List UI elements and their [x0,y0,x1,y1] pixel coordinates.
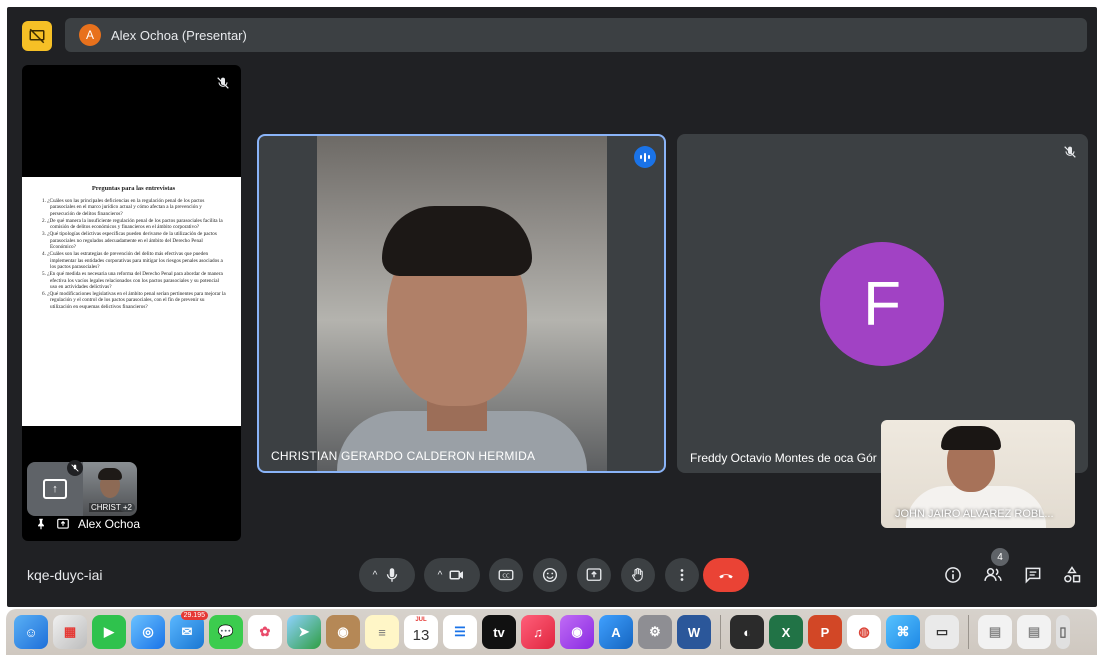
camera-icon [449,570,464,580]
reminders-icon[interactable]: ☰ [443,615,477,649]
emoji-icon [542,567,558,583]
calendar-day: 13 [412,626,430,644]
excel-icon[interactable]: X [769,615,803,649]
photo-booth-icon[interactable]: ◐ [730,615,764,649]
hang-up-icon [719,574,733,579]
document-thumbnail-icon[interactable]: ▤ [1017,615,1051,649]
mic-button[interactable]: ^ [359,558,415,592]
maps-icon[interactable]: ➤ [287,615,321,649]
hand-icon [632,567,643,582]
messages-icon[interactable]: 💬 [209,615,243,649]
info-icon[interactable] [943,565,963,585]
speaker-tile[interactable]: CHRISTIAN GERARDO CALDERON HERMIDA [257,134,666,473]
contacts-icon[interactable]: ◉ [326,615,360,649]
people-icon[interactable] [983,565,1003,585]
presentation-tile[interactable]: Preguntas para las entrevistas 1. ¿Cuále… [22,65,241,541]
mic-off-icon [67,460,83,476]
mini-share-tile[interactable]: ↑ [27,460,83,516]
calendar-icon[interactable]: JUL 13 [404,615,438,649]
chat-icon[interactable] [1023,565,1043,585]
present-icon [57,518,69,529]
apple-tv-icon[interactable]: tv [482,615,516,649]
presentation-footer: Alex Ochoa [34,517,140,531]
dock-separator [720,615,721,649]
meeting-code: kqe-duyc-iai [27,567,103,583]
tv-label: tv [493,624,505,640]
finder-icon[interactable]: ☺ [14,615,48,649]
slide-question: 3. ¿Qué tipologías delictivas específica… [42,231,217,251]
app-store-icon[interactable]: A [599,615,633,649]
speaker-video [317,136,607,471]
pin-icon[interactable] [34,517,48,531]
mic-off-icon [1064,146,1076,158]
participant-name: Freddy Octavio Montes de oca Gór [690,451,877,465]
slide-question: 2. ¿De qué manera la insuficiente regula… [42,217,223,231]
activities-icon[interactable] [1062,565,1082,585]
chrome-icon[interactable]: ◍ [847,615,881,649]
present-icon: ↑ [43,479,67,499]
podcasts-icon[interactable]: ◉ [560,615,594,649]
people-count-badge: 4 [991,548,1009,566]
self-view-tile[interactable]: JOHN JAIRO ALVAREZ ROBL... [881,420,1075,528]
document-thumbnail-icon[interactable]: ▤ [978,615,1012,649]
powerpoint-icon[interactable]: P [808,615,842,649]
captions-icon: CC [498,569,514,581]
macos-dock: ☺ ▦ ▶ ◎ ✉ 29.195 💬 ✿ ➤ ◉ ≡ JUL 13 ☰ tv ♫ … [6,609,1097,655]
end-call-button[interactable] [703,558,749,592]
self-view-name: JOHN JAIRO ALVAREZ ROBL... [895,508,1054,520]
system-settings-icon[interactable]: ⚙ [638,615,672,649]
more-vert-icon [680,569,684,581]
presentation-off-icon [29,28,45,44]
more-options-button[interactable] [665,558,699,592]
presenter-bar: A Alex Ochoa (Presentar) [65,18,1087,52]
launchpad-icon[interactable]: ▦ [53,615,87,649]
present-button[interactable] [577,558,611,592]
shared-slide: Preguntas para las entrevistas 1. ¿Cuále… [22,177,241,426]
music-icon[interactable]: ♫ [521,615,555,649]
mini-tiles[interactable]: ↑ CHRISTIA +2 [27,460,137,516]
present-icon [586,568,602,581]
dock-separator [968,615,969,649]
preview-icon[interactable]: ▭ [925,615,959,649]
raise-hand-button[interactable] [621,558,655,592]
reactions-button[interactable] [533,558,567,592]
presenter-label: Alex Ochoa (Presentar) [111,27,247,43]
calendar-month: JUL [415,617,427,623]
stop-presenting-button[interactable] [22,21,52,51]
word-icon[interactable]: W [677,615,711,649]
safari-icon[interactable]: ◎ [131,615,165,649]
mini-participant-count: +2 [119,503,135,512]
mail-badge: 29.195 [180,611,208,620]
camera-button[interactable]: ^ [424,558,480,592]
mail-icon[interactable]: ✉ 29.195 [170,611,208,649]
meet-window: A Alex Ochoa (Presentar) Preguntas para … [7,7,1097,607]
chevron-up-icon[interactable]: ^ [373,570,378,581]
presentation-owner-name: Alex Ochoa [78,517,141,531]
slide-title: Preguntas para las entrevistas [91,185,176,192]
trash-icon[interactable]: ▯ [1056,615,1070,649]
mic-off-icon [217,77,229,89]
notes-icon[interactable]: ≡ [365,615,399,649]
presenter-avatar: A [79,24,101,46]
chevron-up-icon[interactable]: ^ [438,570,443,581]
network-icon[interactable]: ⌘ [886,615,920,649]
slide-question-list: 1. ¿Cuáles son las principales deficienc… [40,198,227,310]
photos-icon[interactable]: ✿ [248,615,282,649]
speaker-name: CHRISTIAN GERARDO CALDERON HERMIDA [271,449,536,463]
slide-question: 1. ¿Cuáles son las principales deficienc… [42,198,205,217]
svg-text:CC: CC [502,574,510,580]
speaking-indicator-icon [634,146,656,168]
captions-button[interactable]: CC [489,558,523,592]
mini-camera-tile[interactable]: CHRISTIA +2 [83,462,137,516]
slide-question: 6. ¿Qué modificaciones legislativas en e… [42,291,226,310]
facetime-icon[interactable]: ▶ [92,615,126,649]
participant-avatar: F [820,242,944,366]
slide-question: 5. ¿En qué medida es necesaria una refor… [42,271,223,290]
mic-icon [387,568,398,582]
slide-question: 4. ¿Cuáles son las estrategias de preven… [42,251,223,270]
